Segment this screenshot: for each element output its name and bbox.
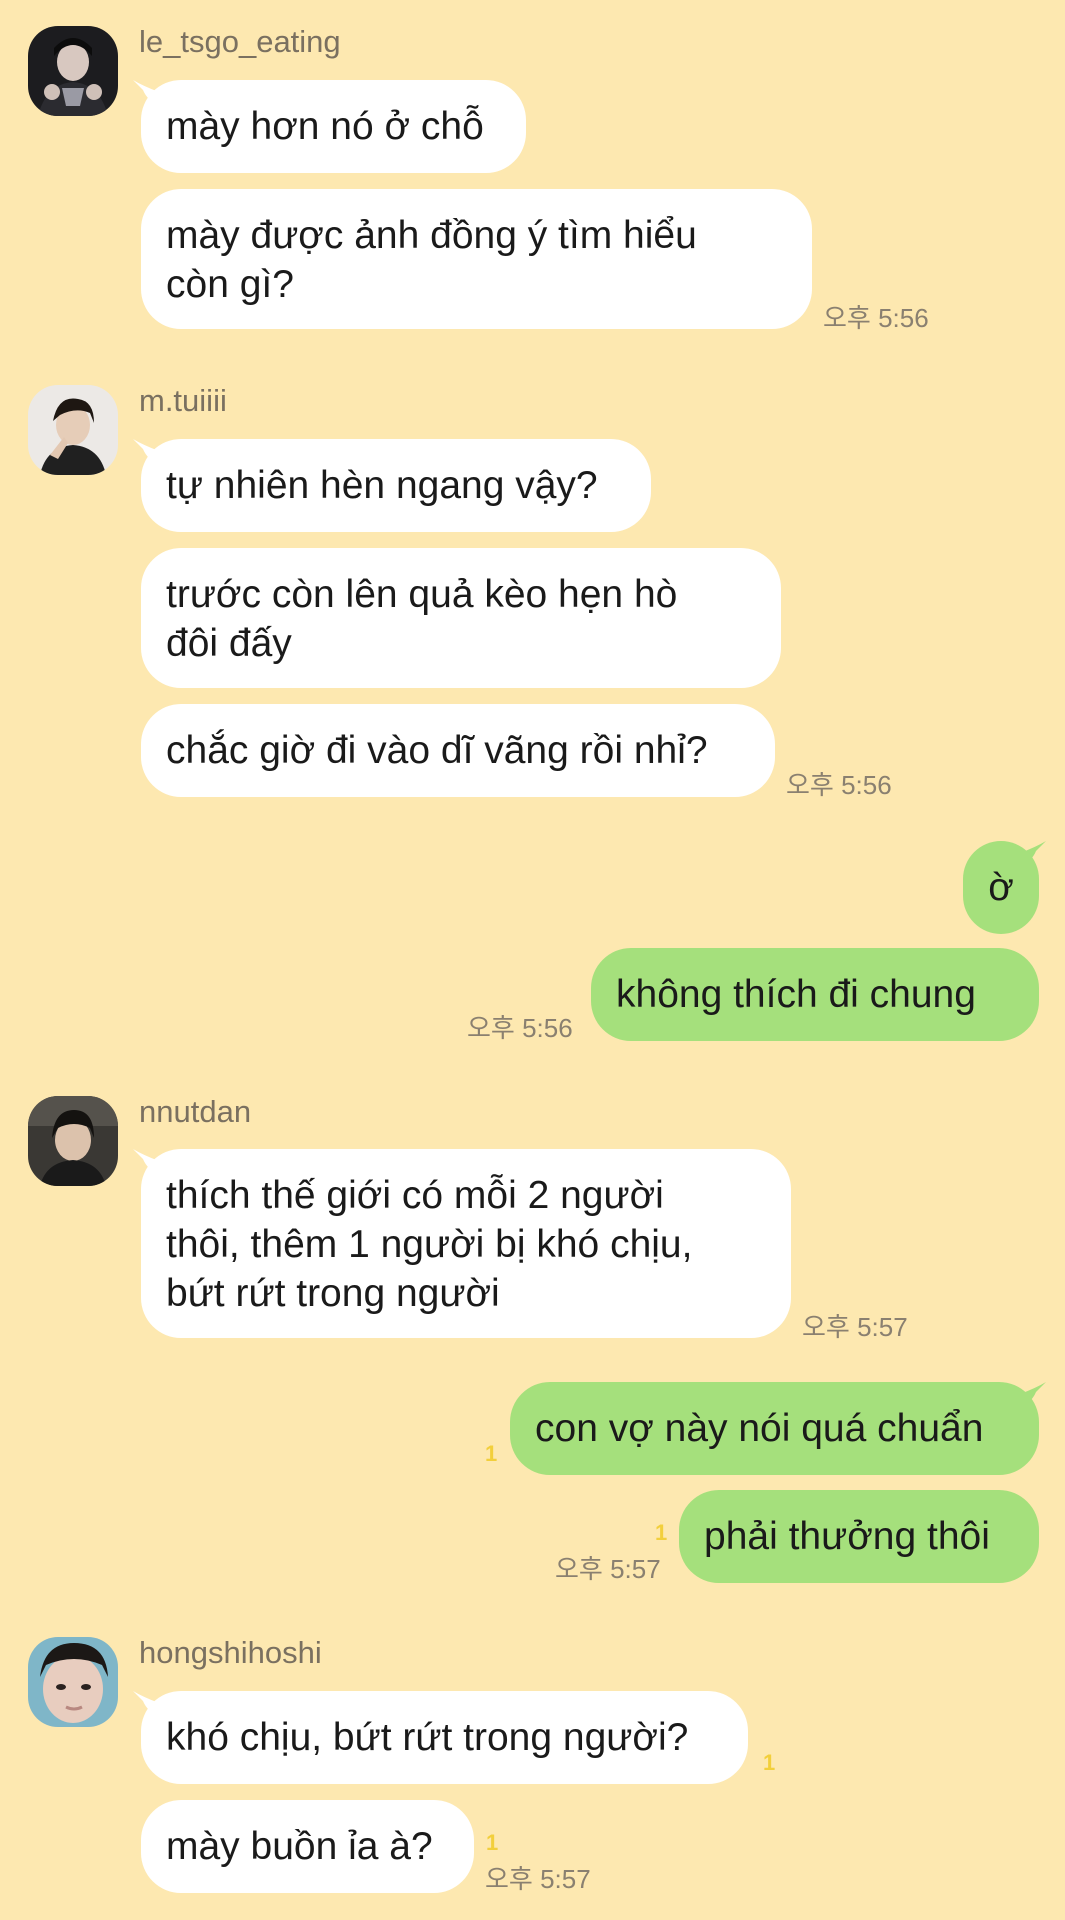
unread-count: 1: [763, 1750, 776, 1775]
message-timestamp: 오후 5:57: [555, 1554, 661, 1584]
message-text-line: trước còn lên quả kèo hẹn hò: [166, 573, 678, 616]
message-timestamp: 오후 5:56: [467, 1013, 573, 1043]
sender-name: m.tuiiii: [139, 383, 227, 418]
sender-name: hongshihoshi: [139, 1635, 322, 1670]
chat-view[interactable]: le_tsgo_eating mày hơn nó ở chỗ mày được…: [0, 0, 1065, 1920]
message-bubble[interactable]: thích thế giới có mỗi 2 người thôi, thêm…: [141, 1149, 791, 1338]
avatar-le-tsgo-eating[interactable]: [28, 26, 118, 116]
message-text: mày hơn nó ở chỗ: [166, 105, 484, 148]
avatar-hongshihoshi[interactable]: [28, 1637, 118, 1727]
message-text: chắc giờ đi vào dĩ vãng rồi nhỉ?: [166, 729, 708, 772]
message-timestamp: 오후 5:56: [786, 770, 892, 800]
message-text-line: thích thế giới có mỗi 2 người: [166, 1174, 664, 1217]
message-text-line: thôi, thêm 1 người bị khó chịu,: [166, 1223, 693, 1266]
unread-count: 1: [486, 1830, 499, 1855]
message-timestamp: 오후 5:56: [823, 303, 929, 333]
avatar-nnutdan[interactable]: [28, 1096, 118, 1186]
message-text: con vợ này nói quá chuẩn: [535, 1407, 984, 1450]
message-bubble[interactable]: mày buồn ỉa à?: [141, 1800, 474, 1893]
unread-count: 1: [485, 1441, 498, 1466]
sender-name: nnutdan: [139, 1094, 252, 1129]
message-bubble[interactable]: tự nhiên hèn ngang vậy?: [141, 439, 651, 532]
unread-count: 1: [655, 1520, 668, 1545]
message-timestamp: 오후 5:57: [485, 1864, 591, 1894]
message-text-line: mày được ảnh đồng ý tìm hiểu: [166, 214, 697, 257]
message-bubble[interactable]: ờ: [963, 841, 1039, 934]
message-text: phải thưởng thôi: [704, 1515, 990, 1558]
avatar-m-tuiiii[interactable]: [28, 385, 118, 475]
message-text: ờ: [988, 866, 1014, 909]
message-text-line: còn gì?: [166, 263, 294, 306]
message-bubble[interactable]: khó chịu, bứt rứt trong người?: [141, 1691, 748, 1784]
message-timestamp: 오후 5:57: [802, 1312, 908, 1342]
message-bubble[interactable]: không thích đi chung: [591, 948, 1039, 1041]
message-bubble[interactable]: phải thưởng thôi: [679, 1490, 1039, 1583]
message-bubble[interactable]: mày được ảnh đồng ý tìm hiểu còn gì?: [141, 189, 812, 329]
message-text: không thích đi chung: [616, 973, 976, 1016]
message-text-line: bứt rứt trong người: [166, 1272, 500, 1315]
message-text: khó chịu, bứt rứt trong người?: [166, 1716, 689, 1759]
message-text: mày buồn ỉa à?: [166, 1825, 433, 1868]
sender-name: le_tsgo_eating: [139, 24, 341, 59]
message-bubble[interactable]: con vợ này nói quá chuẩn: [510, 1382, 1039, 1475]
message-text-line: đôi đấy: [166, 622, 292, 665]
message-bubble[interactable]: trước còn lên quả kèo hẹn hò đôi đấy: [141, 548, 781, 688]
message-text: tự nhiên hèn ngang vậy?: [166, 464, 598, 507]
message-bubble[interactable]: chắc giờ đi vào dĩ vãng rồi nhỉ?: [141, 704, 775, 797]
message-bubble[interactable]: mày hơn nó ở chỗ: [141, 80, 526, 173]
